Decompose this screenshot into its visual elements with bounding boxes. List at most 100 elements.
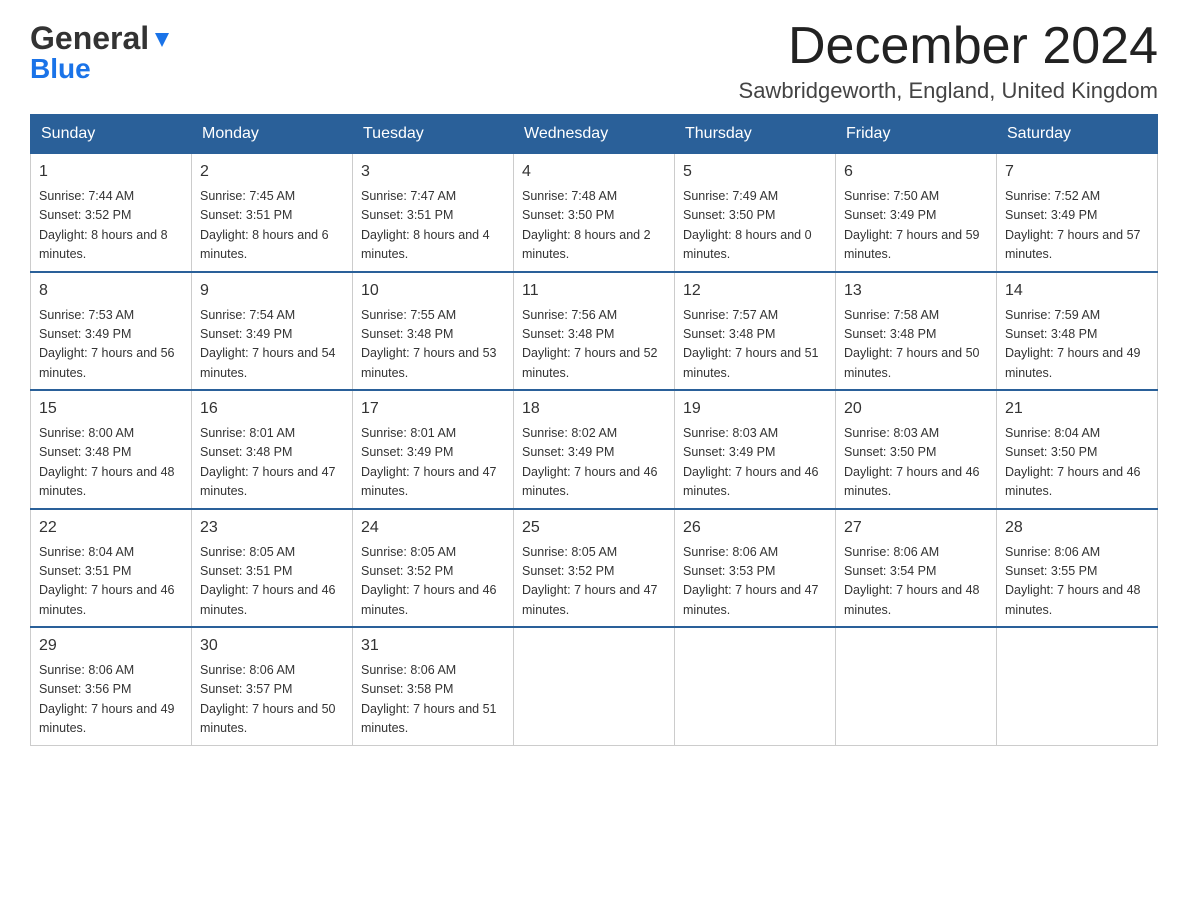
day-detail: Sunrise: 7:53 AMSunset: 3:49 PMDaylight:… [39,306,183,384]
calendar-cell [836,627,997,745]
calendar-cell: 4 Sunrise: 7:48 AMSunset: 3:50 PMDayligh… [514,154,675,272]
calendar-cell: 12 Sunrise: 7:57 AMSunset: 3:48 PMDaylig… [675,272,836,391]
day-detail: Sunrise: 7:49 AMSunset: 3:50 PMDaylight:… [683,187,827,265]
day-number: 13 [844,279,988,303]
day-number: 3 [361,160,505,184]
day-number: 21 [1005,397,1149,421]
day-detail: Sunrise: 7:50 AMSunset: 3:49 PMDaylight:… [844,187,988,265]
day-number: 6 [844,160,988,184]
calendar-cell: 7 Sunrise: 7:52 AMSunset: 3:49 PMDayligh… [997,154,1158,272]
calendar-cell: 14 Sunrise: 7:59 AMSunset: 3:48 PMDaylig… [997,272,1158,391]
day-number: 16 [200,397,344,421]
day-detail: Sunrise: 8:01 AMSunset: 3:48 PMDaylight:… [200,424,344,502]
day-number: 7 [1005,160,1149,184]
calendar-cell: 30 Sunrise: 8:06 AMSunset: 3:57 PMDaylig… [192,627,353,745]
day-detail: Sunrise: 7:58 AMSunset: 3:48 PMDaylight:… [844,306,988,384]
calendar-cell: 5 Sunrise: 7:49 AMSunset: 3:50 PMDayligh… [675,154,836,272]
day-number: 10 [361,279,505,303]
day-detail: Sunrise: 8:03 AMSunset: 3:50 PMDaylight:… [844,424,988,502]
calendar-cell: 28 Sunrise: 8:06 AMSunset: 3:55 PMDaylig… [997,509,1158,628]
calendar-cell: 23 Sunrise: 8:05 AMSunset: 3:51 PMDaylig… [192,509,353,628]
week-row-1: 1 Sunrise: 7:44 AMSunset: 3:52 PMDayligh… [31,154,1158,272]
day-number: 1 [39,160,183,184]
day-number: 11 [522,279,666,303]
day-detail: Sunrise: 8:05 AMSunset: 3:52 PMDaylight:… [361,543,505,621]
calendar-cell: 18 Sunrise: 8:02 AMSunset: 3:49 PMDaylig… [514,390,675,509]
page-header: General Blue December 2024 Sawbridgewort… [30,20,1158,104]
calendar-cell: 26 Sunrise: 8:06 AMSunset: 3:53 PMDaylig… [675,509,836,628]
day-detail: Sunrise: 8:04 AMSunset: 3:50 PMDaylight:… [1005,424,1149,502]
calendar-cell: 29 Sunrise: 8:06 AMSunset: 3:56 PMDaylig… [31,627,192,745]
day-number: 31 [361,634,505,658]
day-detail: Sunrise: 8:05 AMSunset: 3:52 PMDaylight:… [522,543,666,621]
day-number: 22 [39,516,183,540]
day-detail: Sunrise: 8:04 AMSunset: 3:51 PMDaylight:… [39,543,183,621]
week-row-3: 15 Sunrise: 8:00 AMSunset: 3:48 PMDaylig… [31,390,1158,509]
logo-text-blue: Blue [30,53,91,85]
day-number: 26 [683,516,827,540]
location-title: Sawbridgeworth, England, United Kingdom [739,78,1158,104]
day-number: 20 [844,397,988,421]
weekday-header-tuesday: Tuesday [353,115,514,154]
day-detail: Sunrise: 8:06 AMSunset: 3:58 PMDaylight:… [361,661,505,739]
calendar-cell: 10 Sunrise: 7:55 AMSunset: 3:48 PMDaylig… [353,272,514,391]
day-detail: Sunrise: 7:47 AMSunset: 3:51 PMDaylight:… [361,187,505,265]
calendar-cell: 9 Sunrise: 7:54 AMSunset: 3:49 PMDayligh… [192,272,353,391]
title-area: December 2024 Sawbridgeworth, England, U… [739,20,1158,104]
day-number: 12 [683,279,827,303]
day-number: 24 [361,516,505,540]
weekday-header-friday: Friday [836,115,997,154]
calendar-cell: 27 Sunrise: 8:06 AMSunset: 3:54 PMDaylig… [836,509,997,628]
day-number: 29 [39,634,183,658]
day-number: 2 [200,160,344,184]
day-detail: Sunrise: 8:06 AMSunset: 3:55 PMDaylight:… [1005,543,1149,621]
weekday-header-saturday: Saturday [997,115,1158,154]
logo: General Blue [30,20,173,85]
day-detail: Sunrise: 8:05 AMSunset: 3:51 PMDaylight:… [200,543,344,621]
calendar-cell [675,627,836,745]
calendar-table: SundayMondayTuesdayWednesdayThursdayFrid… [30,114,1158,746]
weekday-header-thursday: Thursday [675,115,836,154]
day-detail: Sunrise: 7:57 AMSunset: 3:48 PMDaylight:… [683,306,827,384]
week-row-5: 29 Sunrise: 8:06 AMSunset: 3:56 PMDaylig… [31,627,1158,745]
day-detail: Sunrise: 7:44 AMSunset: 3:52 PMDaylight:… [39,187,183,265]
calendar-cell: 24 Sunrise: 8:05 AMSunset: 3:52 PMDaylig… [353,509,514,628]
calendar-cell [997,627,1158,745]
logo-arrow-icon [151,29,173,51]
calendar-cell: 11 Sunrise: 7:56 AMSunset: 3:48 PMDaylig… [514,272,675,391]
weekday-header-wednesday: Wednesday [514,115,675,154]
day-detail: Sunrise: 8:06 AMSunset: 3:57 PMDaylight:… [200,661,344,739]
day-detail: Sunrise: 8:06 AMSunset: 3:56 PMDaylight:… [39,661,183,739]
weekday-header-sunday: Sunday [31,115,192,154]
calendar-cell: 17 Sunrise: 8:01 AMSunset: 3:49 PMDaylig… [353,390,514,509]
day-number: 14 [1005,279,1149,303]
day-number: 30 [200,634,344,658]
day-detail: Sunrise: 8:00 AMSunset: 3:48 PMDaylight:… [39,424,183,502]
calendar-cell: 8 Sunrise: 7:53 AMSunset: 3:49 PMDayligh… [31,272,192,391]
day-number: 23 [200,516,344,540]
day-number: 5 [683,160,827,184]
calendar-cell: 6 Sunrise: 7:50 AMSunset: 3:49 PMDayligh… [836,154,997,272]
calendar-cell: 13 Sunrise: 7:58 AMSunset: 3:48 PMDaylig… [836,272,997,391]
day-detail: Sunrise: 7:54 AMSunset: 3:49 PMDaylight:… [200,306,344,384]
day-detail: Sunrise: 7:48 AMSunset: 3:50 PMDaylight:… [522,187,666,265]
weekday-header-monday: Monday [192,115,353,154]
calendar-cell: 21 Sunrise: 8:04 AMSunset: 3:50 PMDaylig… [997,390,1158,509]
day-detail: Sunrise: 7:45 AMSunset: 3:51 PMDaylight:… [200,187,344,265]
day-detail: Sunrise: 7:52 AMSunset: 3:49 PMDaylight:… [1005,187,1149,265]
logo-text-general: General [30,20,149,57]
calendar-cell: 25 Sunrise: 8:05 AMSunset: 3:52 PMDaylig… [514,509,675,628]
day-number: 25 [522,516,666,540]
day-detail: Sunrise: 8:06 AMSunset: 3:54 PMDaylight:… [844,543,988,621]
calendar-cell: 16 Sunrise: 8:01 AMSunset: 3:48 PMDaylig… [192,390,353,509]
day-number: 27 [844,516,988,540]
day-number: 28 [1005,516,1149,540]
calendar-cell: 1 Sunrise: 7:44 AMSunset: 3:52 PMDayligh… [31,154,192,272]
calendar-cell: 19 Sunrise: 8:03 AMSunset: 3:49 PMDaylig… [675,390,836,509]
day-number: 18 [522,397,666,421]
day-number: 4 [522,160,666,184]
day-detail: Sunrise: 7:56 AMSunset: 3:48 PMDaylight:… [522,306,666,384]
calendar-cell: 15 Sunrise: 8:00 AMSunset: 3:48 PMDaylig… [31,390,192,509]
calendar-cell [514,627,675,745]
calendar-cell: 3 Sunrise: 7:47 AMSunset: 3:51 PMDayligh… [353,154,514,272]
